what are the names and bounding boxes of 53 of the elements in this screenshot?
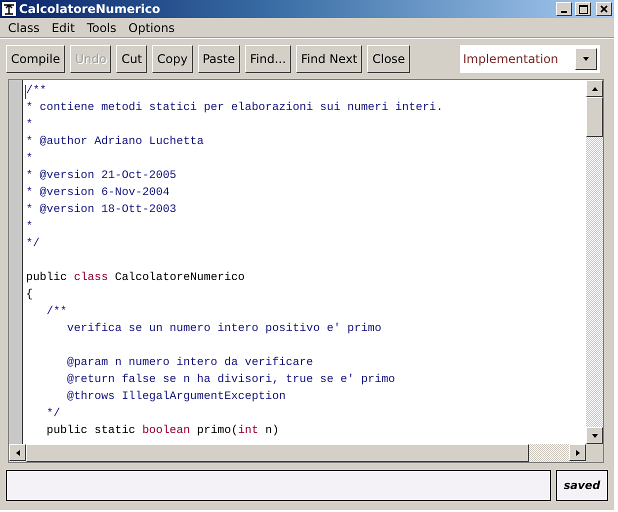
arrow-up-icon (590, 84, 598, 92)
code-line: @throws IllegalArgumentException (66, 390, 287, 405)
code-line: /** (46, 304, 68, 320)
scroll-thumb[interactable] (586, 97, 603, 137)
view-dropdown[interactable]: Implementation (460, 45, 600, 73)
arrow-right-icon (574, 448, 582, 456)
code-line: @param n numero intero da verificare (66, 356, 314, 371)
caret-icon (582, 55, 590, 63)
scroll-down-button[interactable] (586, 427, 603, 444)
code-line: * contiene metodi statici per elaborazioni sui numeri interi. (26, 100, 443, 116)
arrow-down-icon (590, 432, 598, 440)
dropdown-button[interactable] (575, 48, 597, 70)
code-line: */ (46, 406, 62, 422)
code-line: public static boolean primo(int n) (46, 424, 280, 439)
code-editor[interactable] (8, 79, 604, 463)
close-button[interactable] (596, 2, 612, 16)
code-line: * @author Adriano Luchetta (26, 134, 205, 150)
menu-item[interactable]: Class (2, 20, 46, 34)
code-line: verifica se un numero intero positivo e' primo (66, 322, 382, 337)
code-line: { (26, 288, 34, 303)
code-line: @return false se n ha divisori, true se e' primo (66, 372, 396, 388)
minimize-button[interactable] (556, 2, 572, 16)
toolbar-button[interactable]: Compile (6, 45, 66, 73)
window-title: CalcolatoreNumerico (19, 2, 162, 16)
app-icon (2, 2, 16, 16)
maximize-button[interactable] (575, 2, 591, 16)
arrow-left-icon (14, 448, 22, 456)
code-line: * (26, 220, 34, 235)
menu-item[interactable]: Options (122, 20, 181, 34)
toolbar-button[interactable]: Cut (116, 45, 148, 73)
code-line: * (26, 152, 34, 167)
code-line: /** (26, 84, 48, 99)
save-status: saved (556, 470, 608, 501)
scroll-right-button[interactable] (569, 444, 586, 461)
code-line: * @version 18-Ott-2003 (26, 202, 178, 218)
code-line: * @version 21-Oct-2005 (26, 168, 178, 184)
toolbar-button[interactable]: Paste (198, 45, 240, 73)
code-line: public class CalcolatoreNumerico (26, 270, 246, 286)
toolbar-button[interactable]: Copy (152, 45, 193, 73)
vertical-scrollbar[interactable] (586, 80, 603, 444)
close-icon (600, 5, 608, 13)
text-cursor (25, 85, 26, 99)
menu-item[interactable]: Edit (46, 20, 81, 34)
code-line: */ (26, 236, 41, 252)
code-line: * (26, 118, 34, 133)
toolbar-button[interactable]: Find Next (296, 45, 362, 73)
scroll-up-button[interactable] (586, 80, 603, 97)
scroll-left-button[interactable] (9, 444, 26, 461)
toolbar-button[interactable]: Find... (244, 45, 292, 73)
maximize-icon (578, 4, 588, 14)
code-line: * @version 6-Nov-2004 (26, 186, 171, 201)
menu-item[interactable]: Tools (80, 20, 122, 34)
toolbar-button[interactable]: Close (367, 45, 410, 73)
